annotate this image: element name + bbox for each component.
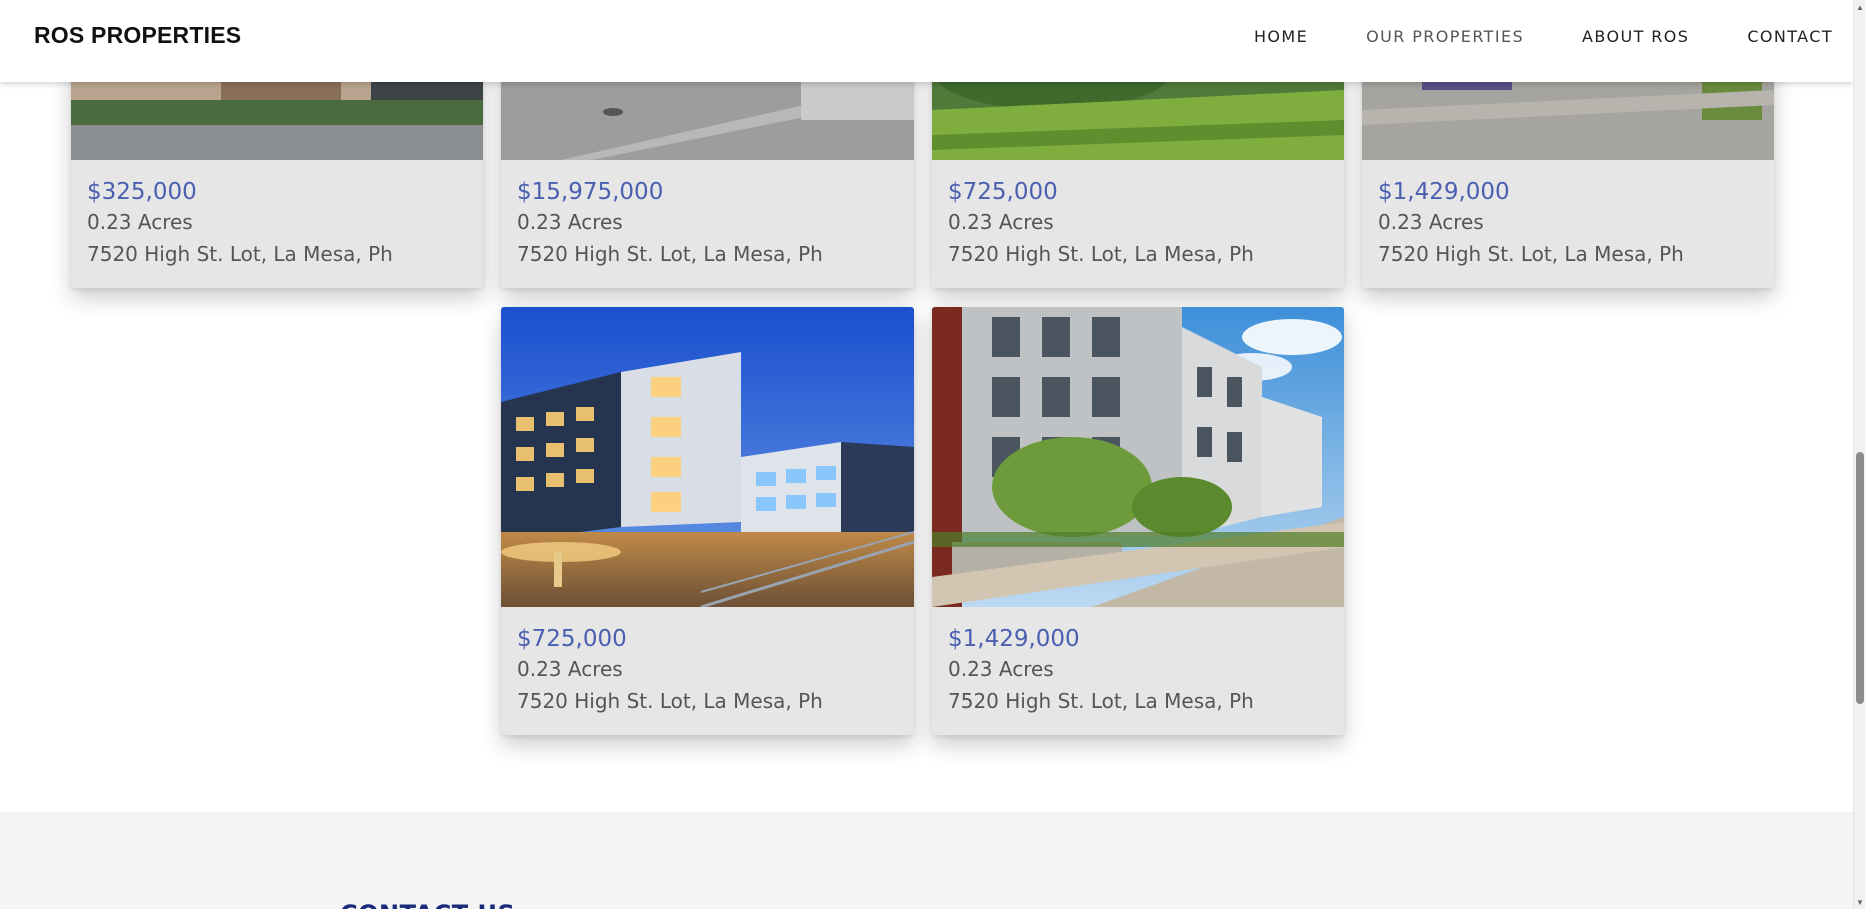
nav-contact[interactable]: CONTACT — [1747, 27, 1833, 46]
listing-acres: 0.23 Acres — [517, 210, 623, 234]
listing-acres: 0.23 Acres — [948, 657, 1054, 681]
listing-address: 7520 High St. Lot, La Mesa, Ph — [87, 242, 393, 266]
nav-home[interactable]: HOME — [1254, 27, 1308, 46]
listing-card[interactable]: $725,000 0.23 Acres 7520 High St. Lot, L… — [501, 307, 914, 735]
listing-acres: 0.23 Acres — [1378, 210, 1484, 234]
scroll-thumb[interactable] — [1856, 452, 1864, 704]
scroll-down-icon[interactable]: ▼ — [1854, 895, 1865, 909]
listing-price: $725,000 — [517, 626, 627, 652]
page-scrollbar[interactable]: ▲ ▼ — [1853, 0, 1865, 909]
listing-details: $325,000 0.23 Acres 7520 High St. Lot, L… — [71, 160, 483, 288]
listing-details: $725,000 0.23 Acres 7520 High St. Lot, L… — [501, 607, 914, 735]
main-nav: HOME OUR PROPERTIES ABOUT ROS CONTACT — [1196, 0, 1853, 72]
listing-photo — [932, 307, 1344, 607]
listing-address: 7520 High St. Lot, La Mesa, Ph — [517, 689, 823, 713]
listing-details: $725,000 0.23 Acres 7520 High St. Lot, L… — [932, 160, 1344, 288]
footer-section: CONTACT US — [0, 812, 1853, 909]
site-header: ROS PROPERTIES HOME OUR PROPERTIES ABOUT… — [0, 0, 1853, 82]
listing-price: $725,000 — [948, 179, 1058, 205]
listing-address: 7520 High St. Lot, La Mesa, Ph — [1378, 242, 1684, 266]
listing-photo — [501, 307, 914, 607]
listing-card[interactable]: $1,429,000 0.23 Acres 7520 High St. Lot,… — [932, 307, 1344, 735]
listing-details: $1,429,000 0.23 Acres 7520 High St. Lot,… — [1362, 160, 1774, 288]
nav-our-properties[interactable]: OUR PROPERTIES — [1366, 27, 1524, 46]
listing-acres: 0.23 Acres — [87, 210, 193, 234]
listing-acres: 0.23 Acres — [517, 657, 623, 681]
listing-address: 7520 High St. Lot, La Mesa, Ph — [948, 242, 1254, 266]
listing-address: 7520 High St. Lot, La Mesa, Ph — [948, 689, 1254, 713]
listing-address: 7520 High St. Lot, La Mesa, Ph — [517, 242, 823, 266]
scroll-up-icon[interactable]: ▲ — [1854, 0, 1865, 14]
brand-logo[interactable]: ROS PROPERTIES — [34, 22, 241, 49]
listing-price: $325,000 — [87, 179, 197, 205]
listing-price: $15,975,000 — [517, 179, 664, 205]
listing-details: $1,429,000 0.23 Acres 7520 High St. Lot,… — [932, 607, 1344, 735]
listing-price: $1,429,000 — [948, 626, 1080, 652]
listing-price: $1,429,000 — [1378, 179, 1510, 205]
listing-details: $15,975,000 0.23 Acres 7520 High St. Lot… — [501, 160, 914, 288]
listing-acres: 0.23 Acres — [948, 210, 1054, 234]
page-viewport: $325,000 0.23 Acres 7520 High St. Lot, L… — [0, 0, 1853, 909]
contact-heading: CONTACT US — [340, 900, 515, 909]
nav-about-ros[interactable]: ABOUT ROS — [1582, 27, 1689, 46]
